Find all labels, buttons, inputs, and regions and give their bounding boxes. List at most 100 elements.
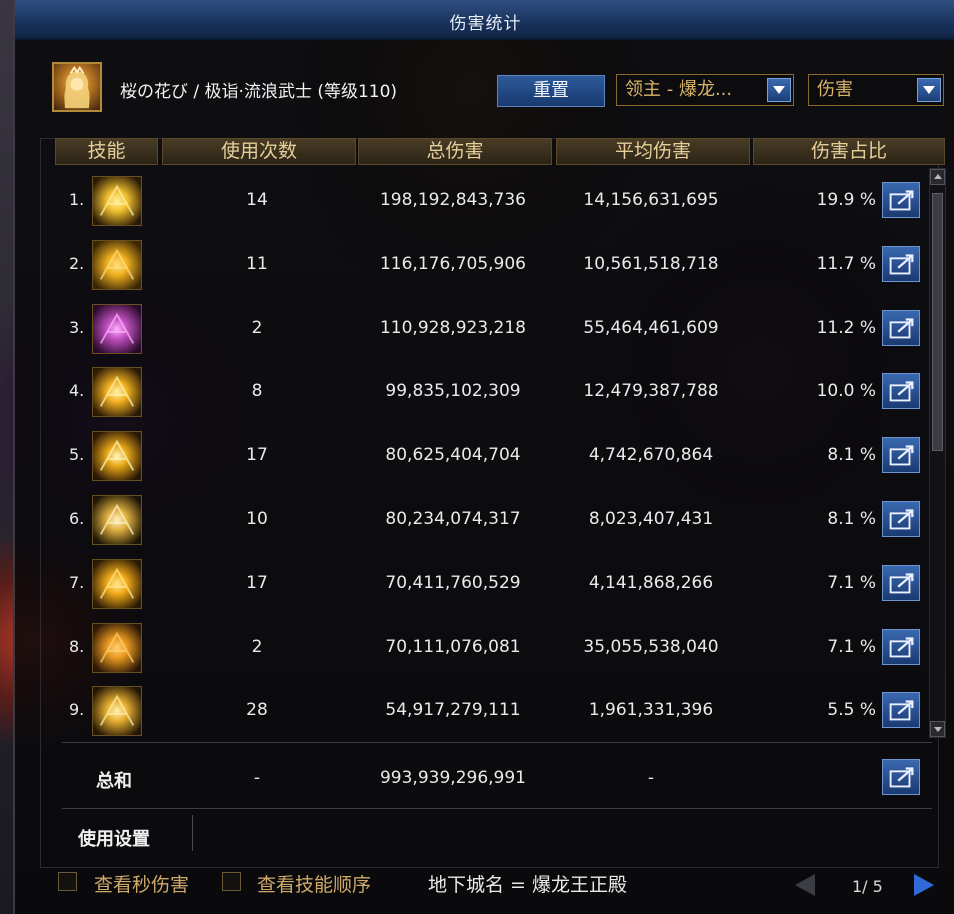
summary-total: 993,939,296,991 bbox=[379, 768, 526, 788]
table-row: 8. 2 70,111,076,081 35,055,538,040 7.1 % bbox=[52, 617, 922, 681]
row-avg-damage: 4,141,868,266 bbox=[588, 572, 714, 593]
title-bar[interactable]: 伤害统计 bbox=[15, 0, 954, 40]
multi-slash-skill-icon bbox=[92, 686, 142, 737]
row-rank: 9. bbox=[69, 700, 85, 720]
target-dropdown-value: 领主 - 爆龙... bbox=[625, 79, 733, 100]
character-name: 桜の花び / 极诣·流浪武士 (等级110) bbox=[120, 82, 398, 102]
target-dropdown[interactable]: 领主 - 爆龙... bbox=[616, 74, 794, 106]
share-icon[interactable] bbox=[882, 309, 920, 346]
explosion-skill-icon bbox=[92, 558, 142, 609]
row-total-damage: 70,411,760,529 bbox=[385, 572, 521, 593]
per-second-damage-label[interactable]: 查看秒伤害 bbox=[94, 870, 189, 897]
row-uses: 14 bbox=[246, 190, 268, 210]
lightning-slash-skill-icon bbox=[92, 367, 142, 418]
row-avg-damage: 55,464,461,609 bbox=[583, 317, 719, 338]
header-uses[interactable]: 使用次数 bbox=[162, 138, 356, 165]
header-total[interactable]: 总伤害 bbox=[358, 138, 552, 165]
prev-page-icon[interactable] bbox=[795, 874, 815, 896]
flame-burst-skill-icon bbox=[92, 176, 142, 226]
row-uses: 28 bbox=[246, 700, 268, 721]
row-rank: 4. bbox=[69, 381, 85, 401]
purple-aura-skill-icon bbox=[92, 303, 142, 354]
row-damage-pct: 11.7 % bbox=[816, 253, 876, 274]
table-row: 5. 17 80,625,404,704 4,742,670,864 8.1 % bbox=[52, 425, 922, 489]
page-indicator: 1/ 5 bbox=[852, 877, 883, 896]
row-uses: 2 bbox=[251, 317, 263, 338]
row-total-damage: 99,835,102,309 bbox=[385, 381, 521, 402]
row-total-damage: 116,176,705,906 bbox=[379, 253, 526, 274]
share-icon[interactable] bbox=[882, 437, 920, 474]
table-row: 6. 10 80,234,074,317 8,023,407,431 8.1 % bbox=[52, 489, 922, 553]
header-pct[interactable]: 伤害占比 bbox=[753, 138, 945, 165]
row-uses: 17 bbox=[246, 572, 268, 593]
row-avg-damage: 14,156,631,695 bbox=[583, 190, 719, 210]
character-portrait-icon bbox=[64, 65, 90, 109]
row-rank: 7. bbox=[69, 572, 85, 592]
share-icon[interactable] bbox=[882, 692, 920, 729]
divider bbox=[62, 742, 932, 743]
row-rank: 8. bbox=[69, 636, 85, 656]
row-uses: 2 bbox=[251, 636, 263, 657]
row-damage-pct: 10.0 % bbox=[816, 381, 876, 402]
summary-avg: - bbox=[647, 768, 655, 788]
row-damage-pct: 19.9 % bbox=[816, 190, 876, 210]
row-rank: 6. bbox=[69, 509, 85, 528]
row-avg-damage: 35,055,538,040 bbox=[583, 636, 719, 657]
next-page-icon[interactable] bbox=[914, 874, 934, 896]
share-icon[interactable] bbox=[882, 182, 920, 218]
row-damage-pct: 8.1 % bbox=[827, 509, 876, 529]
row-damage-pct: 7.1 % bbox=[827, 636, 876, 657]
scroll-down-icon[interactable] bbox=[930, 721, 945, 737]
header-avg[interactable]: 平均伤害 bbox=[556, 138, 750, 165]
share-icon[interactable] bbox=[882, 628, 920, 665]
header-skill[interactable]: 技能 bbox=[55, 138, 158, 165]
divider bbox=[62, 808, 932, 809]
reset-button[interactable]: 重置 bbox=[497, 75, 605, 107]
mode-dropdown-value: 伤害 bbox=[817, 79, 853, 100]
row-uses: 8 bbox=[251, 381, 263, 402]
row-avg-damage: 10,561,518,718 bbox=[583, 253, 719, 274]
table-row: 3. 2 110,928,923,218 55,464,461,609 11.2… bbox=[52, 298, 922, 362]
window-title: 伤害统计 bbox=[449, 14, 522, 34]
row-total-damage: 198,192,843,736 bbox=[379, 190, 526, 210]
row-damage-pct: 11.2 % bbox=[816, 317, 876, 338]
row-uses: 11 bbox=[246, 253, 268, 274]
chevron-down-icon[interactable] bbox=[767, 78, 791, 102]
row-total-damage: 54,917,279,111 bbox=[385, 700, 521, 721]
table-scrollbar[interactable] bbox=[929, 168, 946, 738]
share-icon[interactable] bbox=[882, 759, 920, 795]
table-row: 2. 11 116,176,705,906 10,561,518,718 11.… bbox=[52, 234, 922, 298]
character-avatar bbox=[52, 62, 102, 112]
row-total-damage: 110,928,923,218 bbox=[379, 317, 526, 338]
spiral-skill-icon bbox=[92, 622, 142, 673]
row-damage-pct: 8.1 % bbox=[827, 445, 876, 466]
row-avg-damage: 8,023,407,431 bbox=[588, 509, 714, 529]
row-avg-damage: 4,742,670,864 bbox=[588, 445, 714, 466]
sword-flash-skill-icon bbox=[92, 431, 142, 482]
dungeon-name: 地下城名 = 爆龙王正殿 bbox=[428, 874, 627, 896]
skill-order-checkbox[interactable] bbox=[222, 872, 241, 891]
row-total-damage: 70,111,076,081 bbox=[385, 636, 521, 657]
row-rank: 1. bbox=[69, 190, 85, 209]
summary-uses: - bbox=[253, 768, 261, 788]
table-row: 9. 28 54,917,279,111 1,961,331,396 5.5 % bbox=[52, 680, 922, 744]
golden-swirl-skill-icon bbox=[92, 239, 142, 290]
row-avg-damage: 1,961,331,396 bbox=[588, 700, 714, 721]
scroll-up-icon[interactable] bbox=[930, 169, 945, 185]
share-icon[interactable] bbox=[882, 501, 920, 537]
row-total-damage: 80,234,074,317 bbox=[385, 509, 521, 529]
row-avg-damage: 12,479,387,788 bbox=[583, 381, 719, 402]
per-second-damage-checkbox[interactable] bbox=[58, 872, 77, 891]
row-uses: 10 bbox=[246, 509, 268, 529]
share-icon[interactable] bbox=[882, 245, 920, 282]
chevron-down-icon[interactable] bbox=[917, 78, 941, 102]
mode-dropdown[interactable]: 伤害 bbox=[808, 74, 944, 106]
share-icon[interactable] bbox=[882, 373, 920, 410]
row-rank: 2. bbox=[69, 253, 85, 273]
summary-label: 总和 bbox=[96, 771, 132, 792]
share-icon[interactable] bbox=[882, 564, 920, 601]
row-total-damage: 80,625,404,704 bbox=[385, 445, 521, 466]
row-rank: 5. bbox=[69, 445, 85, 465]
skill-order-label[interactable]: 查看技能顺序 bbox=[257, 870, 371, 897]
scroll-thumb[interactable] bbox=[932, 193, 943, 451]
